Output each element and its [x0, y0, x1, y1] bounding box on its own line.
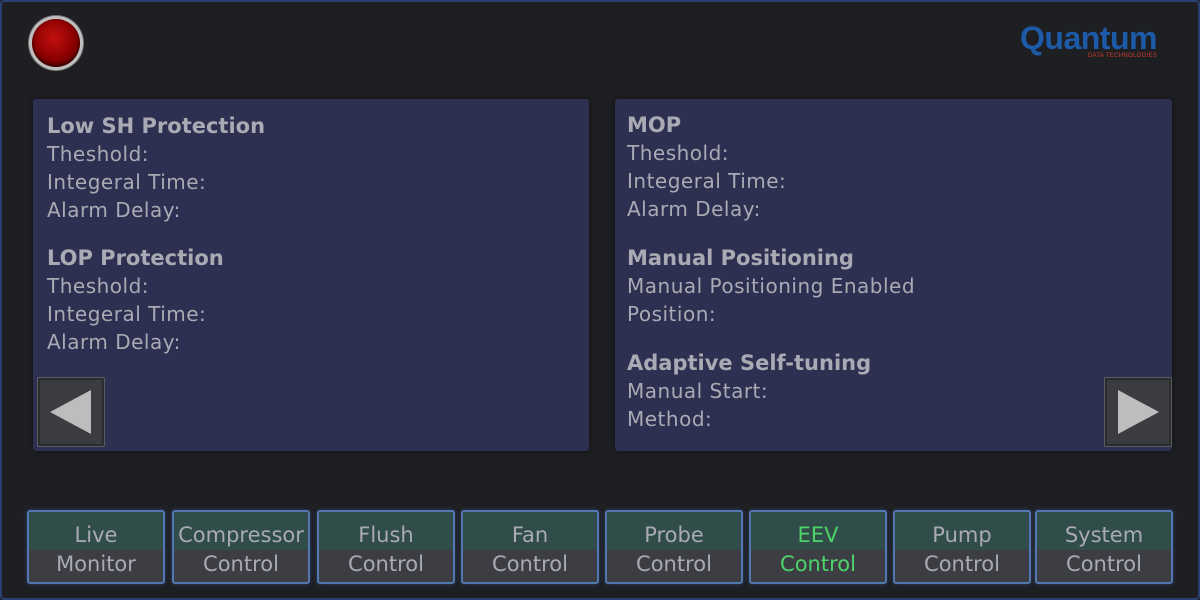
field-label: Alarm Delay: [47, 330, 181, 354]
previous-page-button[interactable] [37, 377, 105, 447]
tab-label-line1: Flush [358, 523, 414, 547]
section-mop: MOP Theshold: Integeral Time: Alarm Dela… [627, 111, 915, 223]
tab-label-line1: Live [74, 523, 118, 547]
section-title: LOP Protection [47, 246, 224, 270]
left-settings-panel: Low SH Protection Theshold: Integeral Ti… [33, 99, 589, 451]
tab-label-line1: Fan [511, 523, 549, 547]
section-low-sh-protection: Low SH Protection Theshold: Integeral Ti… [47, 112, 265, 224]
field-label: Integeral Time: [47, 170, 207, 194]
tab-label-line1: Compressor [178, 523, 304, 547]
hmi-screen: Quantum DATA TECHNOLOGIES Low SH Protect… [0, 0, 1200, 600]
next-page-button[interactable] [1104, 377, 1172, 447]
logo-subtext: DATA TECHNOLOGIES [1088, 53, 1158, 59]
field-label: Alarm Delay: [627, 197, 761, 221]
tab-system-control[interactable]: System Control [1035, 510, 1173, 584]
field-label: Alarm Delay: [47, 198, 181, 222]
section-adaptive-self-tuning: Adaptive Self-tuning Manual Start: Metho… [627, 349, 915, 433]
field-label: Integeral Time: [627, 169, 787, 193]
field-label: Theshold: [47, 142, 150, 166]
triangle-right-icon [1118, 390, 1159, 434]
tab-label-line2: Control [348, 552, 424, 576]
section-title: MOP [627, 113, 682, 137]
tab-label-line2: Control [203, 552, 279, 576]
tab-label-line1: Probe [644, 523, 704, 547]
field-label: Theshold: [47, 274, 150, 298]
status-indicator-light [32, 19, 80, 67]
field-label: Method: [627, 407, 713, 431]
field-label: Position: [627, 302, 717, 326]
tab-probe-control[interactable]: Probe Control [605, 510, 743, 584]
tab-label-line2: Control [924, 552, 1000, 576]
field-label: Manual Positioning Enabled [627, 274, 916, 298]
tab-flush-control[interactable]: Flush Control [317, 510, 455, 584]
field-label: Integeral Time: [47, 302, 207, 326]
quantum-logo: Quantum DATA TECHNOLOGIES [1020, 20, 1170, 64]
tab-label-line2: Control [1066, 552, 1142, 576]
tab-label-line2: Monitor [56, 552, 136, 576]
tab-compressor-control[interactable]: Compressor Control [172, 510, 310, 584]
right-settings-panel: MOP Theshold: Integeral Time: Alarm Dela… [615, 99, 1172, 451]
section-title: Adaptive Self-tuning [627, 351, 872, 375]
section-title: Low SH Protection [47, 114, 266, 138]
section-title: Manual Positioning [627, 246, 854, 270]
tab-label-line1: EEV [797, 523, 839, 547]
tab-label-line2: Control [780, 552, 856, 576]
tab-eev-control[interactable]: EEV Control [749, 510, 887, 584]
triangle-left-icon [50, 390, 91, 434]
tab-label-line1: System [1064, 523, 1144, 547]
tab-pump-control[interactable]: Pump Control [893, 510, 1031, 584]
section-manual-positioning: Manual Positioning Manual Positioning En… [627, 244, 915, 328]
tab-label-line1: Pump [932, 523, 992, 547]
field-label: Theshold: [627, 141, 730, 165]
field-label: Manual Start: [627, 379, 769, 403]
tab-label-line2: Control [492, 552, 568, 576]
tab-fan-control[interactable]: Fan Control [461, 510, 599, 584]
tab-live-monitor[interactable]: Live Monitor [27, 510, 165, 584]
section-lop-protection: LOP Protection Theshold: Integeral Time:… [47, 244, 265, 356]
tab-label-line2: Control [636, 552, 712, 576]
logo-text: Quantum [1020, 20, 1157, 56]
